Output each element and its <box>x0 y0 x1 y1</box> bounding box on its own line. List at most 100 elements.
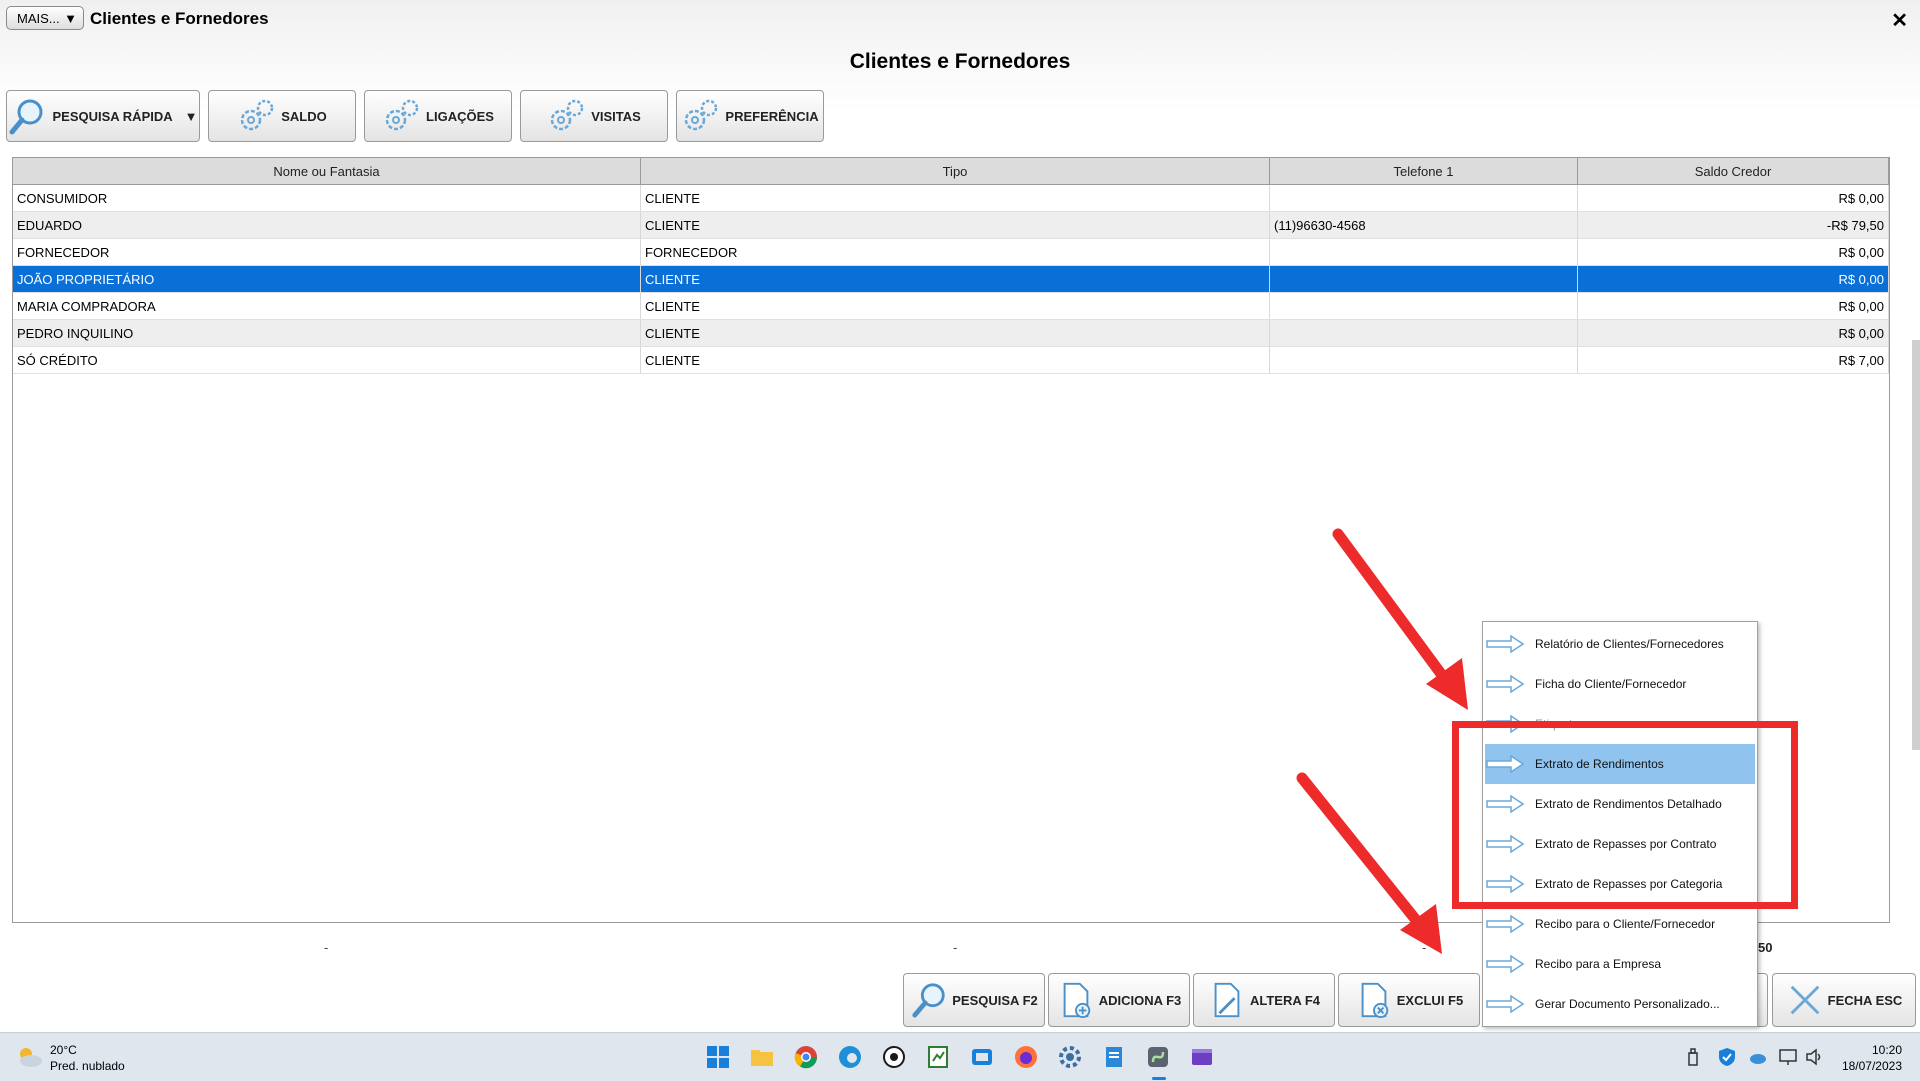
altera-f4-label: ALTERA F4 <box>1249 992 1321 1008</box>
cell-saldo: -R$ 79,50 <box>1578 212 1889 238</box>
column-header-telefone[interactable]: Telefone 1 <box>1270 158 1578 184</box>
gear-icon <box>550 99 584 131</box>
file-explorer-icon[interactable] <box>750 1045 774 1069</box>
gear-icon <box>241 99 274 131</box>
clock-time[interactable]: 10:20 <box>1872 1043 1902 1057</box>
cell-nome: FORNECEDOR <box>13 239 641 265</box>
menu-item-ficha[interactable]: Ficha do Cliente/Fornecedor <box>1485 664 1755 704</box>
pesquisa-f2-label: PESQUISA F2 <box>952 992 1038 1008</box>
weather-temperature[interactable]: 20°C <box>50 1043 77 1057</box>
chevron-down-icon[interactable]: ▼ <box>185 109 198 124</box>
mais-label: MAIS... <box>17 10 60 26</box>
cell-tipo: CLIENTE <box>641 212 1270 238</box>
annotation-highlight-box <box>1452 721 1798 909</box>
annotation-arrow-icon <box>1332 528 1468 710</box>
menu-item-relatorio[interactable]: Relatório de Clientes/Fornecedores <box>1485 624 1755 664</box>
pesquisa-f2-button[interactable]: PESQUISA F2 <box>903 973 1045 1027</box>
menu-item-recibo-cliente[interactable]: Recibo para o Cliente/Fornecedor <box>1485 904 1755 944</box>
windows-start-icon[interactable] <box>706 1045 730 1069</box>
settings-gear-icon[interactable] <box>1058 1045 1082 1069</box>
cloud-weather-icon[interactable] <box>16 1045 44 1069</box>
cell-telefone <box>1270 185 1578 211</box>
quick-search-button[interactable]: PESQUISA RÁPIDA ▼ <box>6 90 200 142</box>
annotation-arrow-icon <box>1296 772 1442 954</box>
cell-nome: SÓ CRÉDITO <box>13 347 641 373</box>
exclui-f5-button[interactable]: EXCLUI F5 <box>1338 973 1480 1027</box>
mais-dropdown-button[interactable]: MAIS... ▼ <box>6 6 84 30</box>
close-icon <box>1790 985 1819 1015</box>
cell-nome: JOÃO PROPRIETÁRIO <box>13 266 641 292</box>
network-monitor-icon[interactable] <box>1778 1047 1798 1067</box>
column-header-saldo[interactable]: Saldo Credor <box>1578 158 1889 184</box>
cell-saldo: R$ 0,00 <box>1578 239 1889 265</box>
edge-icon[interactable] <box>838 1045 862 1069</box>
clock-date[interactable]: 18/07/2023 <box>1842 1059 1902 1073</box>
table-row[interactable]: PEDRO INQUILINO CLIENTE R$ 0,00 <box>13 320 1889 347</box>
preferencia-label: PREFERÊNCIA <box>725 108 819 124</box>
fecha-esc-button[interactable]: FECHA ESC <box>1772 973 1916 1027</box>
cell-telefone <box>1270 293 1578 319</box>
footer-total-nome: - <box>324 940 329 955</box>
edit-document-icon <box>1214 982 1240 1018</box>
delete-document-icon <box>1361 982 1389 1019</box>
adiciona-f3-label: ADICIONA F3 <box>1098 992 1182 1008</box>
menu-item-label: Ficha do Cliente/Fornecedor <box>1535 677 1687 691</box>
magnifier-icon <box>912 983 945 1018</box>
menu-item-documento-personalizado[interactable]: Gerar Documento Personalizado... <box>1485 984 1755 1024</box>
cell-telefone: (11)96630-4568 <box>1270 212 1578 238</box>
column-header-nome[interactable]: Nome ou Fantasia <box>13 158 641 184</box>
table-row-selected[interactable]: JOÃO PROPRIETÁRIO CLIENTE R$ 0,00 <box>13 266 1889 293</box>
page-title: Clientes e Fornedores <box>849 50 1071 73</box>
magnifier-icon <box>9 99 43 135</box>
quick-search-label: PESQUISA RÁPIDA <box>52 108 173 124</box>
preferencia-button[interactable]: PREFERÊNCIA <box>676 90 824 142</box>
whatsapp-icon[interactable] <box>882 1045 906 1069</box>
table-row[interactable]: FORNECEDOR FORNECEDOR R$ 0,00 <box>13 239 1889 266</box>
arrow-right-icon <box>1486 914 1525 934</box>
firefox-icon[interactable] <box>1014 1045 1038 1069</box>
cell-tipo: CLIENTE <box>641 185 1270 211</box>
table-row[interactable]: MARIA COMPRADORA CLIENTE R$ 0,00 <box>13 293 1889 320</box>
video-editor-icon[interactable] <box>1190 1045 1214 1069</box>
table-row[interactable]: SÓ CRÉDITO CLIENTE R$ 7,00 <box>13 347 1889 374</box>
cell-saldo: R$ 0,00 <box>1578 320 1889 346</box>
usb-device-icon[interactable] <box>1686 1047 1700 1067</box>
cell-tipo: FORNECEDOR <box>641 239 1270 265</box>
menu-item-label: Gerar Documento Personalizado... <box>1535 997 1720 1011</box>
store-app-icon[interactable] <box>970 1045 994 1069</box>
cell-saldo: R$ 7,00 <box>1578 347 1889 373</box>
arrow-right-icon <box>1486 954 1525 974</box>
table-row[interactable]: EDUARDO CLIENTE (11)96630-4568 -R$ 79,50 <box>13 212 1889 239</box>
adiciona-f3-button[interactable]: ADICIONA F3 <box>1048 973 1190 1027</box>
cloud-sync-icon[interactable] <box>1748 1047 1768 1067</box>
vertical-scrollbar[interactable] <box>1912 340 1920 750</box>
arrow-right-icon <box>1486 674 1525 694</box>
cell-tipo: CLIENTE <box>641 320 1270 346</box>
cell-telefone <box>1270 266 1578 292</box>
ligacoes-button[interactable]: LIGAÇÕES <box>364 90 512 142</box>
table-row[interactable]: CONSUMIDOR CLIENTE R$ 0,00 <box>13 185 1889 212</box>
notepad-icon[interactable] <box>1102 1045 1126 1069</box>
altera-f4-button[interactable]: ALTERA F4 <box>1193 973 1335 1027</box>
column-header-tipo[interactable]: Tipo <box>641 158 1270 184</box>
volume-icon[interactable] <box>1804 1047 1824 1067</box>
active-app-icon[interactable] <box>1146 1045 1170 1069</box>
spreadsheet-icon[interactable] <box>926 1045 950 1069</box>
cell-saldo: R$ 0,00 <box>1578 185 1889 211</box>
chrome-icon[interactable] <box>794 1045 818 1069</box>
windows-taskbar: 20°C Pred. nublado 10:20 18/07/2023 <box>0 1032 1920 1081</box>
window-title: Clientes e Fornedores <box>90 9 269 28</box>
cell-telefone <box>1270 347 1578 373</box>
cell-saldo: R$ 0,00 <box>1578 293 1889 319</box>
menu-item-recibo-empresa[interactable]: Recibo para a Empresa <box>1485 944 1755 984</box>
menu-item-label: Recibo para o Cliente/Fornecedor <box>1535 917 1716 931</box>
cell-nome: MARIA COMPRADORA <box>13 293 641 319</box>
cell-nome: EDUARDO <box>13 212 641 238</box>
saldo-button[interactable]: SALDO <box>208 90 356 142</box>
security-shield-icon[interactable] <box>1718 1047 1736 1067</box>
weather-description[interactable]: Pred. nublado <box>50 1059 125 1073</box>
visitas-label: VISITAS <box>591 108 641 124</box>
cell-nome: CONSUMIDOR <box>13 185 641 211</box>
close-icon[interactable]: ✕ <box>1891 8 1908 33</box>
visitas-button[interactable]: VISITAS <box>520 90 668 142</box>
